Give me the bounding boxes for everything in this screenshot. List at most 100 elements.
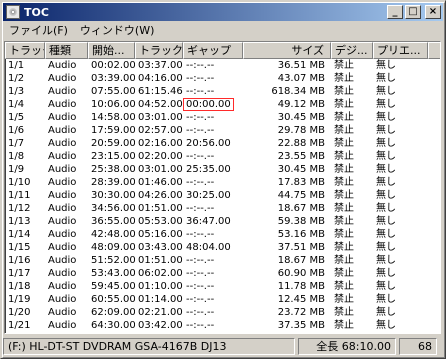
length-cell: 03:01.00 [138,112,183,123]
table-row[interactable]: 1/7 Audio 20:59.00 02:16.00 20:56.00 22.88 MB… [5,137,440,150]
filler-cell [428,163,440,176]
start-cell: 34:56.00 [91,203,135,214]
filler-cell [428,176,440,189]
column-header-digital-copy[interactable]: デジ... [331,42,373,59]
gap-cell: --:--.-- [186,151,215,162]
table-row[interactable]: 1/4 Audio 10:06.00 04:52.00 00:00.00 49.12 MB… [5,98,440,111]
filler-cell [428,215,440,228]
digital-copy-cell: 禁止 [334,99,354,110]
table-row[interactable]: 1/5 Audio 14:58.00 03:01.00 --:--.-- 30.45 MB… [5,111,440,124]
length-cell: 05:16.00 [138,229,183,240]
digital-copy-cell: 禁止 [334,268,354,279]
table-row[interactable]: 1/12 Audio 34:56.00 01:51.00 --:--.-- 18.67 M… [5,202,440,215]
size-cell: 11.78 MB [277,281,325,292]
table-row[interactable]: 1/15 Audio 48:09.00 03:43.00 48:04.00 37.51 M… [5,241,440,254]
filler-cell [428,59,440,72]
column-header-type[interactable]: 種類 [45,42,88,59]
digital-copy-cell: 禁止 [334,138,354,149]
column-header-track[interactable]: トラック [5,42,45,59]
column-header-size[interactable]: サイズ [243,42,331,59]
column-header-start[interactable]: 開始... [88,42,135,59]
preemphasis-cell: 無し [376,138,396,149]
table-row[interactable]: 1/2 Audio 03:39.00 04:16.00 --:--.-- 43.07 MB… [5,72,440,85]
start-cell: 60:55.00 [91,294,135,305]
menu-bar: ファイル(F) ウィンドウ(W) [3,22,443,40]
title-bar[interactable]: TOC _ □ × [3,3,443,21]
table-row[interactable]: 1/6 Audio 17:59.00 02:57.00 --:--.-- 29.78 MB… [5,124,440,137]
type-cell: Audio [48,138,77,149]
table-row[interactable]: 1/16 Audio 51:52.00 01:51.00 --:--.-- 18.67 M… [5,254,440,267]
window-title: TOC [24,5,49,19]
minimize-button[interactable]: _ [387,5,403,19]
track-cell: 1/5 [8,112,25,123]
digital-copy-cell: 禁止 [334,112,354,123]
table-row[interactable]: 1/3 Audio 07:55.00 61:15.46 --:--.-- 618.34 M… [5,85,440,98]
column-header-filler [428,42,440,59]
start-cell: 14:58.00 [91,112,135,123]
start-cell: 30:30.00 [91,190,135,201]
table-row[interactable]: 1/17 Audio 53:43.00 06:02.00 --:--.-- 60.90 M… [5,267,440,280]
list-rows: 1/1 Audio 00:02.00 03:37.00 --:--.-- 36.51 MB… [5,59,440,332]
preemphasis-cell: 無し [376,320,396,331]
menu-file[interactable]: ファイル(F) [3,23,74,39]
preemphasis-cell: 無し [376,294,396,305]
track-list: トラック 種類 開始... トラック... ギャップ サイズ デジ... プリエ… [4,41,441,334]
table-row[interactable]: 1/18 Audio 59:45.00 01:10.00 --:--.-- 11.78 M… [5,280,440,293]
start-cell: 17:59.00 [91,125,135,136]
table-row[interactable]: 1/19 Audio 60:55.00 01:14.00 --:--.-- 12.45 M… [5,293,440,306]
status-drive: (F:) HL-DT-ST DVDRAM GSA-4167B DJ13 [3,338,295,355]
size-cell: 18.67 MB [277,203,325,214]
length-cell: 03:43.00 [138,242,183,253]
size-cell: 59.38 MB [277,216,325,227]
close-button[interactable]: × [425,5,441,19]
size-cell: 44.75 MB [277,190,325,201]
digital-copy-cell: 禁止 [334,86,354,97]
table-row[interactable]: 1/20 Audio 62:09.00 02:21.00 --:--.-- 23.72 M… [5,306,440,319]
menu-window[interactable]: ウィンドウ(W) [74,23,160,39]
toc-window: TOC _ □ × ファイル(F) ウィンドウ(W) トラック 種類 開始...… [0,0,446,359]
type-cell: Audio [48,164,77,175]
gap-cell: 00:00.00 [183,98,243,111]
length-cell: 02:21.00 [138,307,183,318]
preemphasis-cell: 無し [376,151,396,162]
track-cell: 1/9 [8,164,25,175]
column-header-length[interactable]: トラック... [135,42,183,59]
filler-cell [428,306,440,319]
filler-cell [428,267,440,280]
table-row[interactable]: 1/21 Audio 64:30.00 03:42.00 --:--.-- 37.35 M… [5,319,440,332]
preemphasis-cell: 無し [376,112,396,123]
track-cell: 1/20 [8,307,31,318]
length-cell: 03:37.00 [138,60,183,71]
type-cell: Audio [48,268,77,279]
table-row[interactable]: 1/9 Audio 25:38.00 03:01.00 25:35.00 30.45 MB… [5,163,440,176]
table-row[interactable]: 1/13 Audio 36:55.00 05:53.00 36:47.00 59.38 M… [5,215,440,228]
length-cell: 01:10.00 [138,281,183,292]
digital-copy-cell: 禁止 [334,320,354,331]
filler-cell [428,111,440,124]
table-row[interactable]: 1/10 Audio 28:39.00 01:46.00 --:--.-- 17.83 M… [5,176,440,189]
gap-cell: --:--.-- [186,307,215,318]
digital-copy-cell: 禁止 [334,151,354,162]
track-cell: 1/14 [8,229,31,240]
gap-cell: --:--.-- [186,125,215,136]
gap-cell: --:--.-- [186,320,215,331]
filler-cell [428,137,440,150]
gap-cell: --:--.-- [186,60,215,71]
type-cell: Audio [48,216,77,227]
start-cell: 59:45.00 [91,281,135,292]
table-row[interactable]: 1/8 Audio 23:15.00 02:20.00 --:--.-- 23.55 MB… [5,150,440,163]
table-row[interactable]: 1/14 Audio 42:48.00 05:16.00 --:--.-- 53.16 M… [5,228,440,241]
size-cell: 30.45 MB [277,164,325,175]
table-row[interactable]: 1/11 Audio 30:30.00 04:26.00 30:25.00 44.75 M… [5,189,440,202]
type-cell: Audio [48,73,77,84]
gap-cell: --:--.-- [186,177,215,188]
column-header-preemphasis[interactable]: プリエ... [373,42,428,59]
track-cell: 1/11 [8,190,31,201]
table-row[interactable]: 1/1 Audio 00:02.00 03:37.00 --:--.-- 36.51 MB… [5,59,440,72]
maximize-button[interactable]: □ [405,5,421,19]
size-cell: 22.88 MB [277,138,325,149]
status-bar: (F:) HL-DT-ST DVDRAM GSA-4167B DJ13 全長 6… [3,337,443,356]
column-header-gap[interactable]: ギャップ [183,42,243,59]
type-cell: Audio [48,281,77,292]
start-cell: 00:02.00 [91,60,135,71]
